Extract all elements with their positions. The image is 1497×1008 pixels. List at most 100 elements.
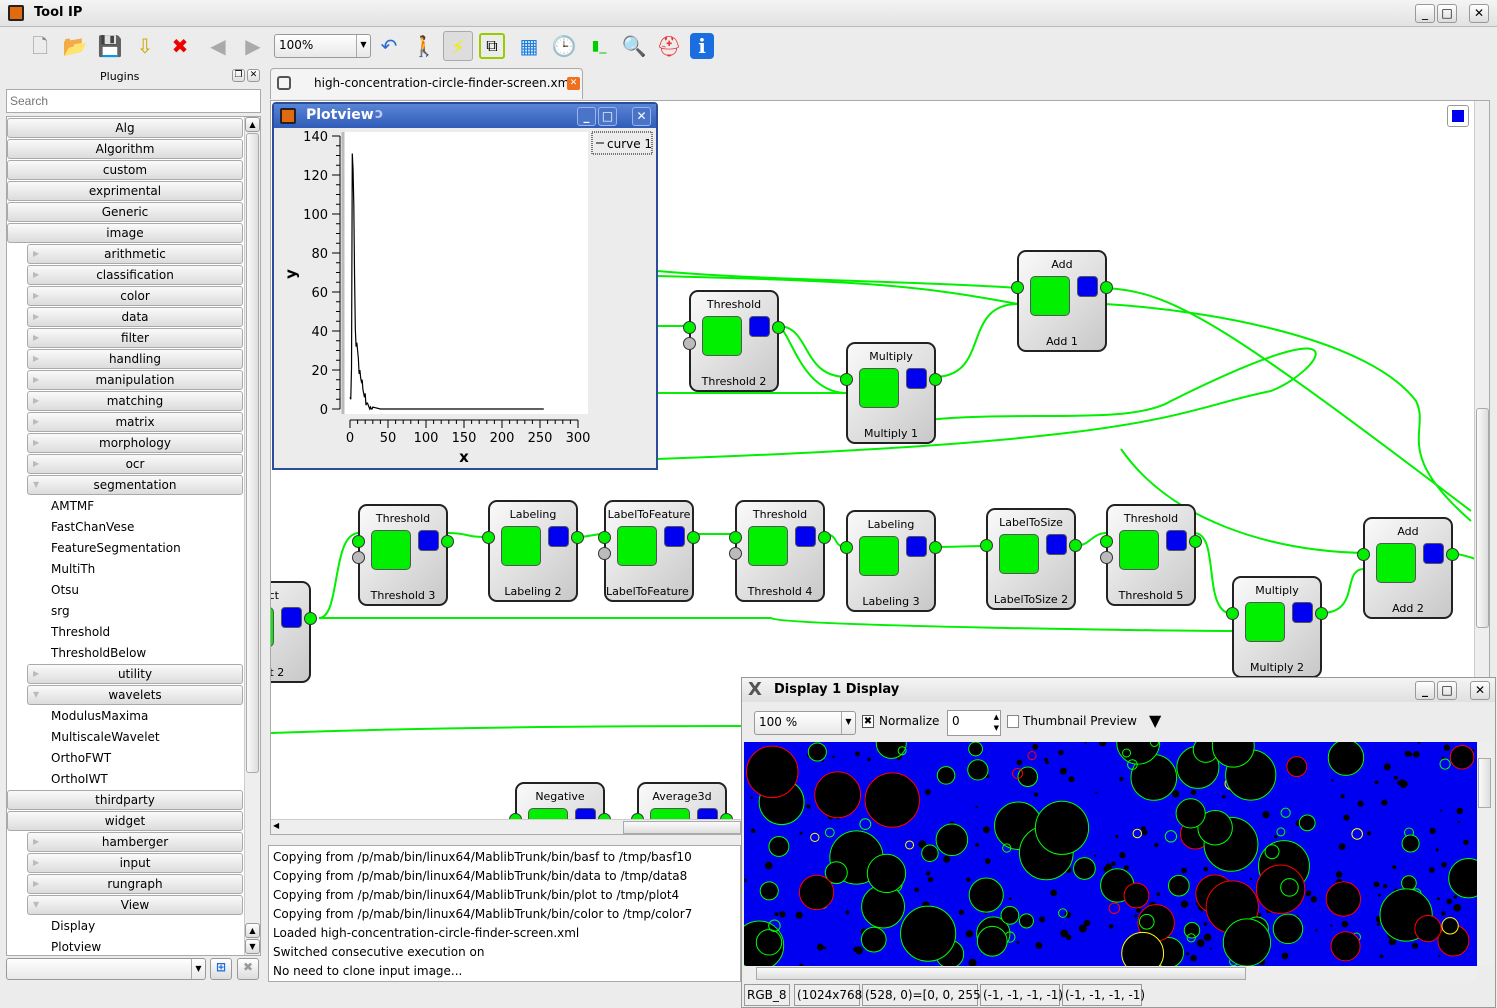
node-view-icon[interactable] xyxy=(749,316,770,337)
plugin-subcategory[interactable]: ▶ hamberger xyxy=(27,832,243,852)
plugin-item[interactable]: Display xyxy=(51,916,95,936)
tab-document[interactable]: high-concentration-circle-finder-screen.… xyxy=(270,68,583,99)
plugin-item[interactable]: OrthoIWT xyxy=(51,769,108,789)
input-port[interactable] xyxy=(1100,535,1113,548)
display-titlebar[interactable]: X Display 1 Display _ □ ✕ xyxy=(742,678,1495,702)
node-view-icon[interactable] xyxy=(418,530,439,551)
maximize-button[interactable]: □ xyxy=(598,107,617,126)
output-port[interactable] xyxy=(772,321,785,334)
node-view-icon[interactable] xyxy=(664,526,685,547)
plugin-item[interactable]: AMTMF xyxy=(51,496,94,516)
add-plugin-button[interactable]: ⊞ xyxy=(210,958,232,980)
input-port[interactable] xyxy=(840,541,853,554)
input-port[interactable] xyxy=(1357,548,1370,561)
output-port[interactable] xyxy=(1315,607,1328,620)
output-port[interactable] xyxy=(818,531,831,544)
plugin-subcategory[interactable]: ▼ View xyxy=(27,895,243,915)
forward-icon[interactable]: ▶ xyxy=(238,31,268,61)
plugin-subcategory[interactable]: ▶ color xyxy=(27,286,243,306)
plugin-subcategory[interactable]: ▼ segmentation xyxy=(27,475,243,495)
output-port[interactable] xyxy=(571,531,584,544)
minimize-button[interactable]: _ xyxy=(1415,4,1435,23)
scroll-thumb[interactable] xyxy=(246,133,259,773)
plugin-group-select[interactable]: ▼ xyxy=(6,958,206,980)
node-view-icon[interactable] xyxy=(1292,602,1313,623)
input-port[interactable] xyxy=(1226,607,1239,620)
node-view-icon[interactable] xyxy=(906,536,927,557)
image-hscrollbar[interactable] xyxy=(744,966,1477,981)
close-dock-button[interactable]: ✕ xyxy=(247,69,260,82)
back-icon[interactable]: ◀ xyxy=(203,31,233,61)
graph-node[interactable]: Add Add 2 xyxy=(1357,517,1459,619)
overview-button[interactable] xyxy=(1447,105,1469,127)
output-port[interactable] xyxy=(1069,539,1082,552)
zoom-select[interactable]: 100% ▼ xyxy=(274,34,371,58)
scroll-thumb[interactable] xyxy=(756,967,1246,980)
delete-icon[interactable]: ✖ xyxy=(165,31,195,61)
output-port[interactable] xyxy=(304,612,317,625)
scroll-down-icon[interactable]: ▼ xyxy=(245,939,260,954)
input-port[interactable] xyxy=(598,531,611,544)
input-port[interactable] xyxy=(729,547,742,560)
plugin-subcategory[interactable]: ▶ ocr xyxy=(27,454,243,474)
save-icon[interactable]: 💾 xyxy=(95,31,125,61)
node-view-icon[interactable] xyxy=(1423,543,1444,564)
graph-node[interactable]: tract tract 2 xyxy=(271,581,317,683)
input-port[interactable] xyxy=(683,321,696,334)
input-port[interactable] xyxy=(482,531,495,544)
plugin-category[interactable]: exprimental xyxy=(7,181,243,201)
plugin-item[interactable]: srg xyxy=(51,601,70,621)
graph-node[interactable]: LabelToSize LabelToSize 2 xyxy=(980,508,1082,610)
maximize-button[interactable]: □ xyxy=(1437,681,1457,700)
graph-node[interactable]: Threshold Threshold 4 xyxy=(729,500,831,602)
grid-icon[interactable]: ▦ xyxy=(514,31,544,61)
canvas-hscrollbar[interactable]: ◀ xyxy=(271,819,741,834)
graph-node[interactable]: LabelToFeature LabelToFeature 1 xyxy=(598,500,700,602)
plotview-titlebar[interactable]: Plotview ↄ _ □ ✕ xyxy=(274,104,656,128)
input-port[interactable] xyxy=(840,373,853,386)
normalize-checkbox[interactable]: ✖ xyxy=(862,715,874,728)
graph-node[interactable]: Threshold Threshold 3 xyxy=(352,504,454,606)
plugin-subcategory[interactable]: ▼ wavelets xyxy=(27,685,243,705)
graph-node[interactable]: Labeling Labeling 2 xyxy=(482,500,584,602)
plugin-subcategory[interactable]: ▶ classification xyxy=(27,265,243,285)
plugin-subcategory[interactable]: ▶ filter xyxy=(27,328,243,348)
node-view-icon[interactable] xyxy=(281,607,302,628)
output-port[interactable] xyxy=(687,531,700,544)
plugin-item[interactable]: Otsu xyxy=(51,580,79,600)
plugin-subcategory[interactable]: ▶ handling xyxy=(27,349,243,369)
float-dock-button[interactable]: ❐ xyxy=(232,69,245,82)
plugin-subcategory[interactable]: ▶ matching xyxy=(27,391,243,411)
plugin-category[interactable]: Alg xyxy=(7,118,243,138)
plugin-subcategory[interactable]: ▶ arithmetic xyxy=(27,244,243,264)
plugin-item[interactable]: FastChanVese xyxy=(51,517,134,537)
scroll-up-icon[interactable]: ▲ xyxy=(245,117,260,132)
plugin-category[interactable]: custom xyxy=(7,160,243,180)
remove-plugin-button[interactable]: ✖ xyxy=(237,958,259,980)
spin-arrows-icon[interactable]: ▲ ▼ xyxy=(994,712,999,734)
scroll-up-icon[interactable]: ▲ xyxy=(245,923,260,938)
node-view-icon[interactable] xyxy=(1077,276,1098,297)
input-port[interactable] xyxy=(729,531,742,544)
graph-node[interactable]: Labeling Labeling 3 xyxy=(840,510,942,612)
graph-node[interactable]: Threshold Threshold 2 xyxy=(683,290,785,392)
plugin-subcategory[interactable]: ▶ manipulation xyxy=(27,370,243,390)
graph-layout-icon[interactable]: ⧉ xyxy=(479,33,505,59)
plugin-category[interactable]: Algorithm xyxy=(7,139,243,159)
scroll-thumb[interactable] xyxy=(1476,408,1489,628)
plugin-subcategory[interactable]: ▶ morphology xyxy=(27,433,243,453)
plugin-item[interactable]: MultiscaleWavelet xyxy=(51,727,160,747)
close-button[interactable]: ✕ xyxy=(632,107,651,126)
plugin-category[interactable]: Generic xyxy=(7,202,243,222)
search-icon[interactable]: 🔍 xyxy=(619,31,649,61)
save-as-icon[interactable]: ⇩ xyxy=(130,31,160,61)
plugin-item[interactable]: Threshold xyxy=(51,622,110,642)
plugin-subcategory[interactable]: ▶ data xyxy=(27,307,243,327)
image-view[interactable] xyxy=(744,742,1477,966)
thumbnail-checkbox[interactable] xyxy=(1007,715,1019,728)
input-port[interactable] xyxy=(980,539,993,552)
scroll-left-icon[interactable]: ◀ xyxy=(273,821,279,830)
close-button[interactable]: ✕ xyxy=(1470,681,1490,700)
minimize-button[interactable]: _ xyxy=(1415,681,1435,700)
plugin-item[interactable]: ThresholdBelow xyxy=(51,643,146,663)
